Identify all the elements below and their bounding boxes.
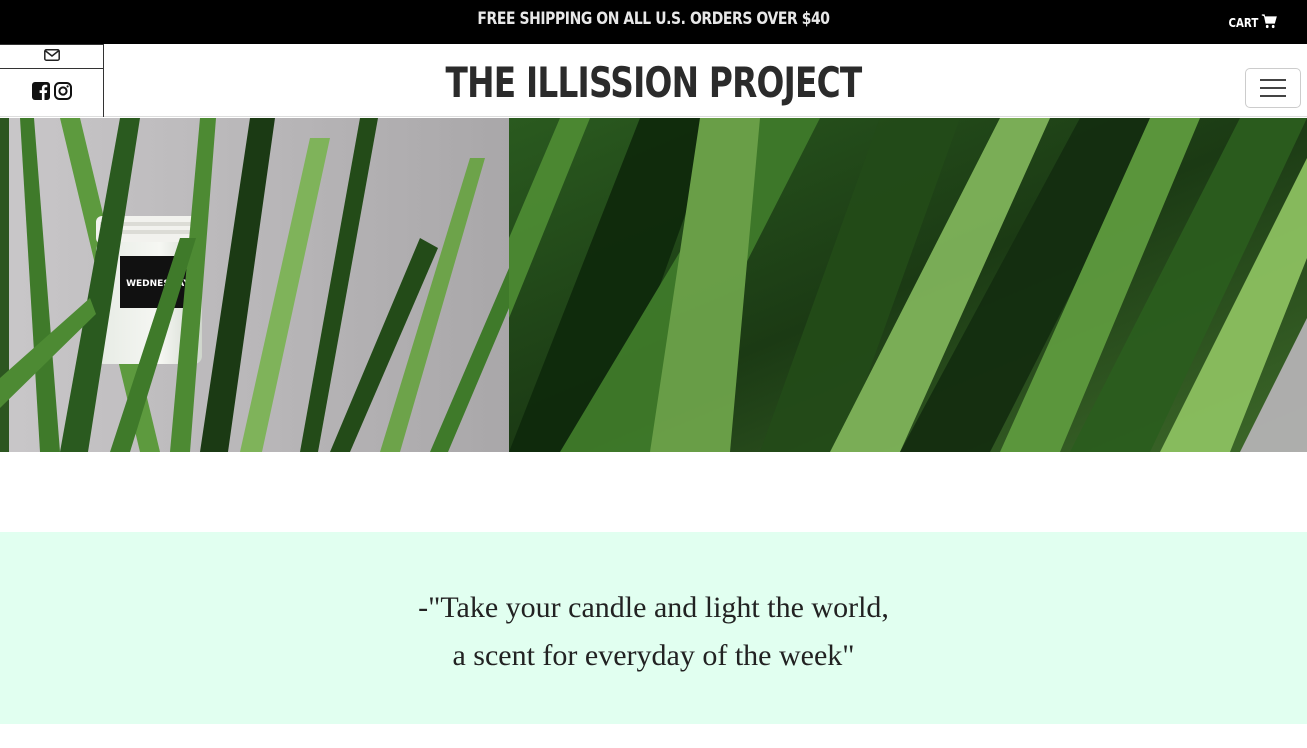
site-logo-title[interactable]: THE ILLISSION PROJECT bbox=[144, 58, 1163, 107]
top-announcement-bar: FREE SHIPPING ON ALL U.S. ORDERS OVER $4… bbox=[0, 0, 1307, 44]
cart-label: CART bbox=[1228, 16, 1259, 30]
hero-photo-candle-in-grass: WEDNESDAY bbox=[0, 118, 1307, 452]
site-header: THE ILLISSION PROJECT bbox=[0, 44, 1307, 117]
instagram-icon[interactable] bbox=[53, 81, 72, 105]
free-shipping-banner: FREE SHIPPING ON ALL U.S. ORDERS OVER $4… bbox=[477, 9, 830, 29]
email-link[interactable] bbox=[0, 44, 103, 69]
envelope-icon[interactable] bbox=[43, 48, 60, 66]
hero-image: WEDNESDAY bbox=[0, 118, 1307, 452]
cart-link[interactable]: CART bbox=[1229, 14, 1277, 32]
brand-quote: -"Take your candle and light the world, … bbox=[0, 584, 1307, 680]
shopping-cart-icon bbox=[1261, 14, 1277, 32]
quote-line-2: a scent for everyday of the week" bbox=[452, 639, 855, 672]
facebook-square-icon[interactable] bbox=[31, 81, 50, 105]
social-links bbox=[0, 44, 104, 117]
hamburger-menu-icon[interactable] bbox=[1245, 68, 1301, 108]
quote-section: -"Take your candle and light the world, … bbox=[0, 532, 1307, 724]
quote-line-1: -"Take your candle and light the world, bbox=[418, 591, 889, 624]
